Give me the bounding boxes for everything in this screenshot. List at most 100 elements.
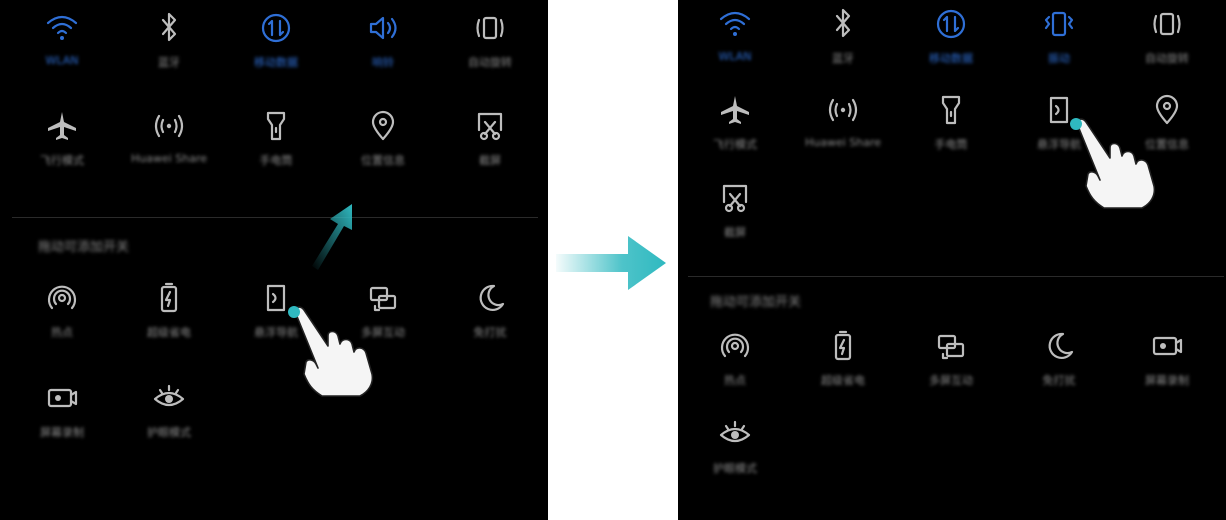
hand-pointer-icon bbox=[288, 306, 374, 397]
tile-eye-comfort[interactable]: 护眼模式 bbox=[114, 380, 224, 450]
tile-label: 自动旋转 bbox=[1145, 52, 1189, 65]
tile-screenshot[interactable]: 截屏 bbox=[680, 180, 790, 250]
tile-label: 屏幕录制 bbox=[1145, 374, 1189, 387]
drag-up-arrow-icon bbox=[312, 204, 352, 270]
huawei-share-icon bbox=[825, 92, 861, 128]
tile-label: WLAN bbox=[718, 50, 752, 63]
hotspot-icon bbox=[717, 328, 753, 364]
tile-eye-comfort[interactable]: 护眼模式 bbox=[680, 416, 790, 486]
battery-saver-icon bbox=[825, 328, 861, 364]
tile-label: 截屏 bbox=[479, 154, 501, 167]
divider bbox=[12, 217, 538, 218]
tile-screen-record[interactable]: 屏幕录制 bbox=[7, 380, 117, 450]
tile-label: 热点 bbox=[724, 374, 746, 387]
wifi-icon bbox=[44, 10, 80, 46]
tile-battery-saver[interactable]: 超级省电 bbox=[114, 280, 224, 350]
screen-record-icon bbox=[1149, 328, 1185, 364]
tile-label: 飞行模式 bbox=[713, 138, 757, 151]
tile-label: WLAN bbox=[45, 54, 79, 67]
right-quick-settings-panel: WLAN 蓝牙 移动数据 振动 自动旋转 飞行模式 Huawei Share 手… bbox=[678, 0, 1226, 520]
tile-label: 位置信息 bbox=[361, 154, 405, 167]
location-icon bbox=[365, 108, 401, 144]
sound-icon bbox=[365, 10, 401, 46]
tile-wlan[interactable]: WLAN bbox=[680, 6, 790, 76]
tile-location[interactable]: 位置信息 bbox=[328, 108, 438, 178]
tile-airplane[interactable]: 飞行模式 bbox=[680, 92, 790, 162]
tile-do-not-disturb[interactable]: 免打扰 bbox=[1004, 328, 1114, 398]
tile-mobile-data[interactable]: 移动数据 bbox=[221, 10, 331, 80]
tile-multi-screen[interactable]: 多屏互动 bbox=[896, 328, 1006, 398]
section-title: 拖动可添加开关 bbox=[710, 295, 802, 310]
eye-comfort-icon bbox=[717, 416, 753, 452]
tile-mobile-data[interactable]: 移动数据 bbox=[896, 6, 1006, 76]
tile-hotspot[interactable]: 热点 bbox=[680, 328, 790, 398]
tile-label: 超级省电 bbox=[147, 326, 191, 339]
auto-rotate-icon bbox=[472, 10, 508, 46]
tile-flashlight[interactable]: 手电筒 bbox=[896, 92, 1006, 162]
hand-pointer-icon bbox=[1070, 118, 1156, 209]
tile-label: 免打扰 bbox=[1042, 374, 1076, 387]
do-not-disturb-icon bbox=[1041, 328, 1077, 364]
multi-screen-icon bbox=[933, 328, 969, 364]
vibrate-icon bbox=[1041, 6, 1077, 42]
tile-bluetooth[interactable]: 蓝牙 bbox=[788, 6, 898, 76]
auto-rotate-icon bbox=[1149, 6, 1185, 42]
tile-label: Huawei Share bbox=[804, 136, 882, 149]
battery-saver-icon bbox=[151, 280, 187, 316]
tile-label: 移动数据 bbox=[929, 52, 973, 65]
tile-label: 移动数据 bbox=[254, 56, 298, 69]
flashlight-icon bbox=[258, 108, 294, 144]
tile-flashlight[interactable]: 手电筒 bbox=[221, 108, 331, 178]
wifi-icon bbox=[717, 6, 753, 42]
mobile-data-icon bbox=[258, 10, 294, 46]
tile-label: 手电筒 bbox=[934, 138, 968, 151]
tile-hotspot[interactable]: 热点 bbox=[7, 280, 117, 350]
tile-label: 振动 bbox=[1048, 52, 1070, 65]
tile-battery-saver[interactable]: 超级省电 bbox=[788, 328, 898, 398]
tile-screen-record[interactable]: 屏幕录制 bbox=[1112, 328, 1222, 398]
tile-huawei-share[interactable]: Huawei Share bbox=[114, 108, 224, 178]
eye-comfort-icon bbox=[151, 380, 187, 416]
mobile-data-icon bbox=[933, 6, 969, 42]
airplane-icon bbox=[717, 92, 753, 128]
tile-label: 热点 bbox=[51, 326, 73, 339]
hotspot-icon bbox=[44, 280, 80, 316]
tile-screenshot[interactable]: 截屏 bbox=[435, 108, 545, 178]
tile-label: 手电筒 bbox=[259, 154, 293, 167]
tile-label: 护眼模式 bbox=[713, 462, 757, 475]
left-quick-settings-panel: WLAN 蓝牙 移动数据 响铃 自动旋转 飞行模式 Huawei Share 手… bbox=[0, 0, 548, 520]
tile-auto-rotate[interactable]: 自动旋转 bbox=[435, 10, 545, 80]
transition-arrow-icon bbox=[556, 236, 666, 290]
tile-label: 多屏互动 bbox=[929, 374, 973, 387]
tile-sound[interactable]: 响铃 bbox=[328, 10, 438, 80]
tile-do-not-disturb[interactable]: 免打扰 bbox=[435, 280, 545, 350]
tile-label: 响铃 bbox=[372, 56, 394, 69]
divider bbox=[688, 276, 1224, 277]
screenshot-icon bbox=[472, 108, 508, 144]
tile-label: 屏幕录制 bbox=[40, 426, 84, 439]
screen-record-icon bbox=[44, 380, 80, 416]
flashlight-icon bbox=[933, 92, 969, 128]
tile-label: 截屏 bbox=[724, 226, 746, 239]
bluetooth-icon bbox=[151, 10, 187, 46]
tile-wlan[interactable]: WLAN bbox=[7, 10, 117, 80]
tile-vibrate[interactable]: 振动 bbox=[1004, 6, 1114, 76]
tile-auto-rotate[interactable]: 自动旋转 bbox=[1112, 6, 1222, 76]
tile-airplane[interactable]: 飞行模式 bbox=[7, 108, 117, 178]
tile-label: 超级省电 bbox=[821, 374, 865, 387]
tile-bluetooth[interactable]: 蓝牙 bbox=[114, 10, 224, 80]
tile-label: 护眼模式 bbox=[147, 426, 191, 439]
airplane-icon bbox=[44, 108, 80, 144]
tile-label: 蓝牙 bbox=[158, 56, 180, 69]
do-not-disturb-icon bbox=[472, 280, 508, 316]
bluetooth-icon bbox=[825, 6, 861, 42]
tile-label: 飞行模式 bbox=[40, 154, 84, 167]
huawei-share-icon bbox=[151, 108, 187, 144]
tile-label: 免打扰 bbox=[473, 326, 507, 339]
tile-label: 自动旋转 bbox=[468, 56, 512, 69]
tile-label: Huawei Share bbox=[130, 152, 208, 165]
screenshot-icon bbox=[717, 180, 753, 216]
tile-label: 蓝牙 bbox=[832, 52, 854, 65]
tile-huawei-share[interactable]: Huawei Share bbox=[788, 92, 898, 162]
section-title: 拖动可添加开关 bbox=[38, 240, 130, 255]
